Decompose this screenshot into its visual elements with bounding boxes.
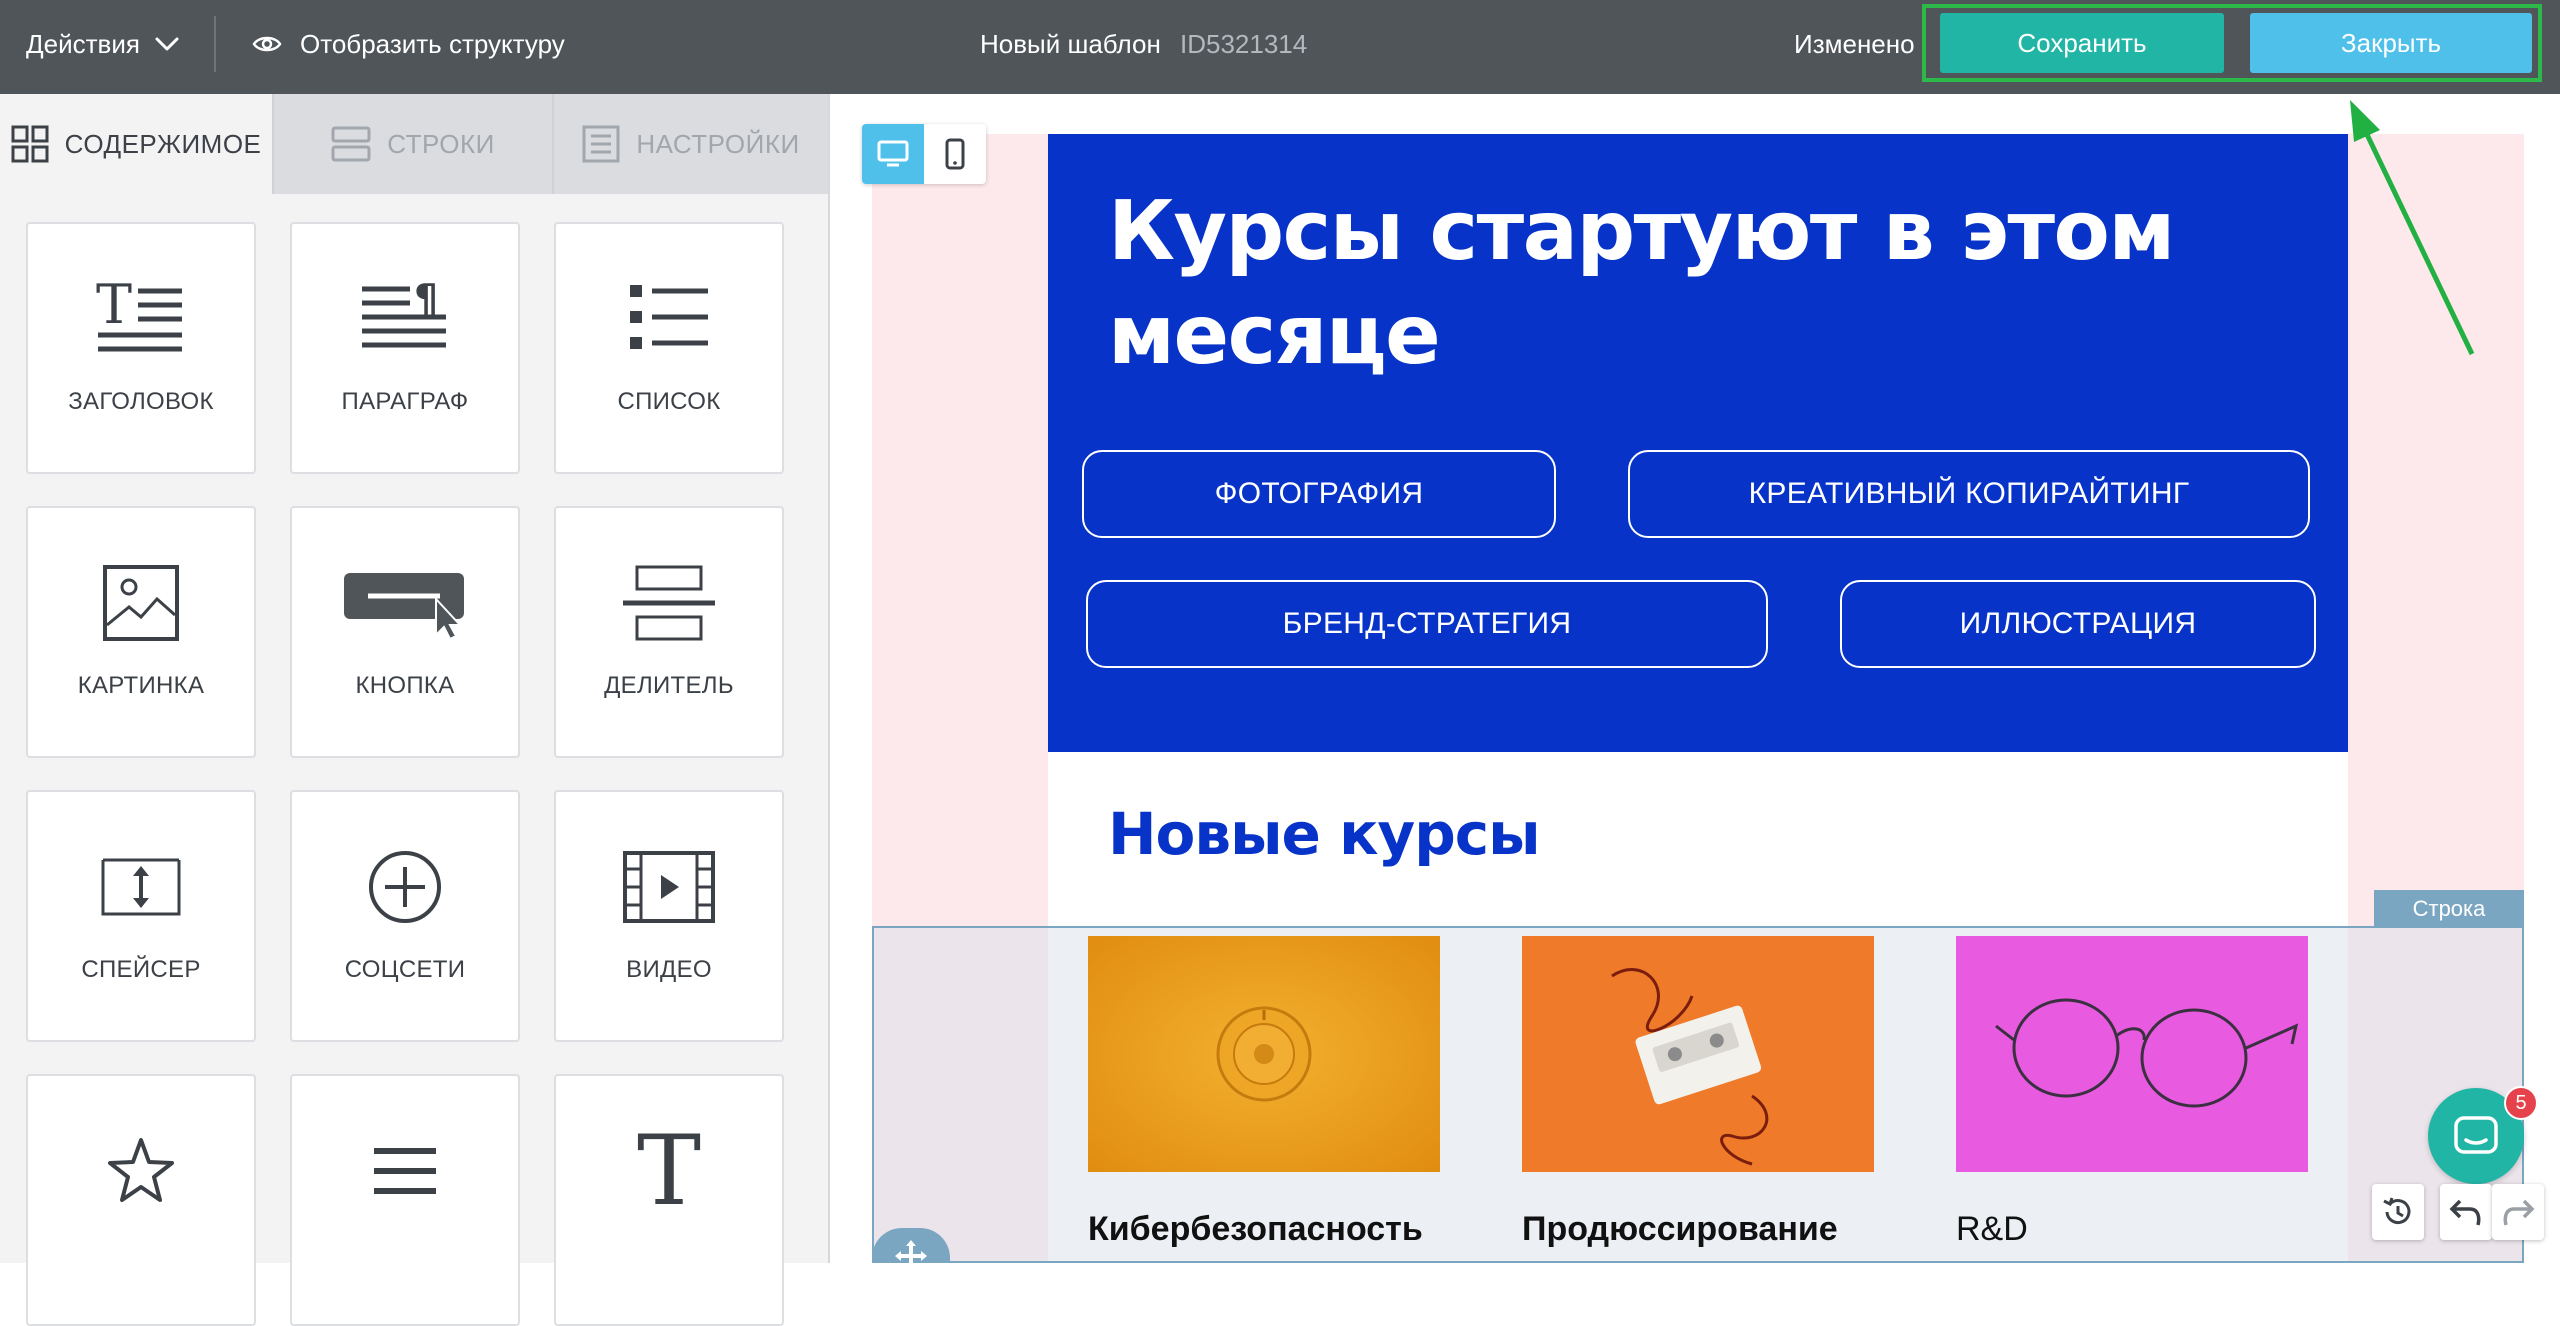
svg-text:¶: ¶: [414, 279, 438, 320]
svg-text:T: T: [637, 1126, 701, 1216]
blocks-panel: СОДЕРЖИМОЕ СТРОКИ НАСТРОЙКИ T ЗАГОЛОВОК …: [0, 94, 830, 1326]
save-button[interactable]: Сохранить: [1940, 13, 2224, 73]
block-label: КНОПКА: [355, 672, 455, 699]
course-title[interactable]: R&D: [1956, 1210, 2028, 1249]
lock-dial-image: [1088, 936, 1440, 1172]
chat-icon: [2454, 1116, 2498, 1154]
annotation-arrow: [2350, 100, 2475, 356]
undo-button[interactable]: [2440, 1184, 2492, 1240]
device-toggle: [862, 124, 986, 184]
template-name: Новый шаблон: [980, 28, 1161, 59]
mobile-icon: [945, 138, 965, 170]
row-move-handle[interactable]: [872, 1228, 950, 1263]
actions-dropdown[interactable]: Действия: [26, 24, 180, 64]
chevron-down-icon: [155, 37, 179, 51]
hero-section[interactable]: Курсы стартуют в этом месяце ФОТОГРАФИЯ …: [1048, 134, 2348, 752]
history-icon: [2383, 1197, 2411, 1225]
divider-icon: [623, 565, 715, 641]
block-label: СОЦСЕТИ: [344, 956, 466, 983]
block-heading[interactable]: T ЗАГОЛОВОК: [26, 222, 256, 474]
text-icon: T: [637, 1126, 701, 1216]
redo-button[interactable]: [2492, 1184, 2544, 1240]
tab-rows[interactable]: СТРОКИ: [272, 94, 552, 194]
block-label: КАРТИНКА: [77, 672, 205, 699]
desktop-view-button[interactable]: [862, 124, 924, 184]
block-label: ВИДЕО: [626, 956, 712, 983]
menu-icon: [374, 1148, 436, 1194]
block-video[interactable]: ВИДЕО: [554, 790, 784, 1042]
button-icon: [344, 573, 464, 641]
block-text[interactable]: T: [554, 1074, 784, 1326]
block-label: СПЕЙСЕР: [81, 956, 201, 983]
top-bar: Действия Отобразить структуру Новый шабл…: [0, 0, 2560, 94]
spacer-icon: [101, 858, 181, 916]
chat-badge: 5: [2504, 1086, 2538, 1120]
cassette-image: [1522, 936, 1874, 1172]
tab-settings[interactable]: НАСТРОЙКИ: [552, 94, 828, 194]
block-label: ДЕЛИТЕЛЬ: [604, 672, 734, 699]
rows-icon: [331, 126, 371, 162]
block-spacer[interactable]: СПЕЙСЕР: [26, 790, 256, 1042]
tab-rows-label: СТРОКИ: [387, 128, 495, 159]
divider: [214, 16, 216, 72]
pill-illustration[interactable]: ИЛЛЮСТРАЦИЯ: [1840, 580, 2316, 668]
list-icon: [630, 285, 708, 349]
block-paragraph[interactable]: ¶ ПАРАГРАФ: [290, 222, 520, 474]
eye-icon: [252, 36, 282, 52]
block-image[interactable]: КАРТИНКА: [26, 506, 256, 758]
show-structure-label: Отобразить структуру: [300, 28, 565, 59]
course-title[interactable]: Продюссирование: [1522, 1210, 1838, 1249]
section-title[interactable]: Новые курсы: [1108, 800, 1541, 868]
image-icon: [103, 565, 179, 641]
star-icon: [108, 1138, 174, 1202]
social-icon: [369, 851, 441, 923]
block-social[interactable]: СОЦСЕТИ: [290, 790, 520, 1042]
settings-doc-icon: [582, 125, 620, 163]
video-icon: [623, 851, 715, 923]
block-divider[interactable]: ДЕЛИТЕЛЬ: [554, 506, 784, 758]
tab-settings-label: НАСТРОЙКИ: [636, 128, 800, 159]
mobile-view-button[interactable]: [924, 124, 986, 184]
block-list[interactable]: СПИСОК: [554, 222, 784, 474]
panel-tabs: СОДЕРЖИМОЕ СТРОКИ НАСТРОЙКИ: [0, 94, 830, 194]
pill-brand-strategy[interactable]: БРЕНД-СТРАТЕГИЯ: [1086, 580, 1768, 668]
block-menu[interactable]: [290, 1074, 520, 1326]
pill-photography[interactable]: ФОТОГРАФИЯ: [1082, 450, 1556, 538]
tab-content-label: СОДЕРЖИМОЕ: [64, 128, 262, 159]
hero-title[interactable]: Курсы стартуют в этом месяце: [1108, 180, 2208, 388]
actions-label: Действия: [26, 28, 140, 59]
save-status: Изменено: [1794, 28, 1915, 59]
move-icon: [895, 1240, 927, 1263]
row-tag[interactable]: Строка: [2374, 890, 2524, 928]
template-id: ID5321314: [1180, 28, 1308, 59]
heading-icon: T: [96, 279, 182, 352]
course-title[interactable]: Кибербезопасность: [1088, 1210, 1423, 1249]
undo-icon: [2449, 1199, 2481, 1226]
block-label: СПИСОК: [617, 388, 721, 415]
grid-icon: [11, 125, 49, 163]
pill-copywriting[interactable]: КРЕАТИВНЫЙ КОПИРАЙТИНГ: [1628, 450, 2310, 538]
block-label: ЗАГОЛОВОК: [68, 388, 214, 415]
block-icons[interactable]: [26, 1074, 256, 1326]
block-label: ПАРАГРАФ: [341, 388, 469, 415]
editor-canvas: Курсы стартуют в этом месяце ФОТОГРАФИЯ …: [832, 94, 2560, 1263]
glasses-image: [1956, 936, 2308, 1172]
close-button[interactable]: Закрыть: [2250, 13, 2532, 73]
redo-icon: [2503, 1199, 2535, 1226]
tab-content[interactable]: СОДЕРЖИМОЕ: [0, 94, 272, 194]
show-structure-toggle[interactable]: Отобразить структуру: [252, 24, 565, 64]
course-image[interactable]: [1522, 936, 1874, 1172]
block-button[interactable]: КНОПКА: [290, 506, 520, 758]
course-image[interactable]: [1956, 936, 2308, 1172]
history-button[interactable]: [2372, 1184, 2424, 1240]
svg-text:T: T: [96, 279, 132, 336]
course-image[interactable]: [1088, 936, 1440, 1172]
paragraph-icon: ¶: [362, 279, 446, 348]
desktop-icon: [877, 140, 909, 167]
